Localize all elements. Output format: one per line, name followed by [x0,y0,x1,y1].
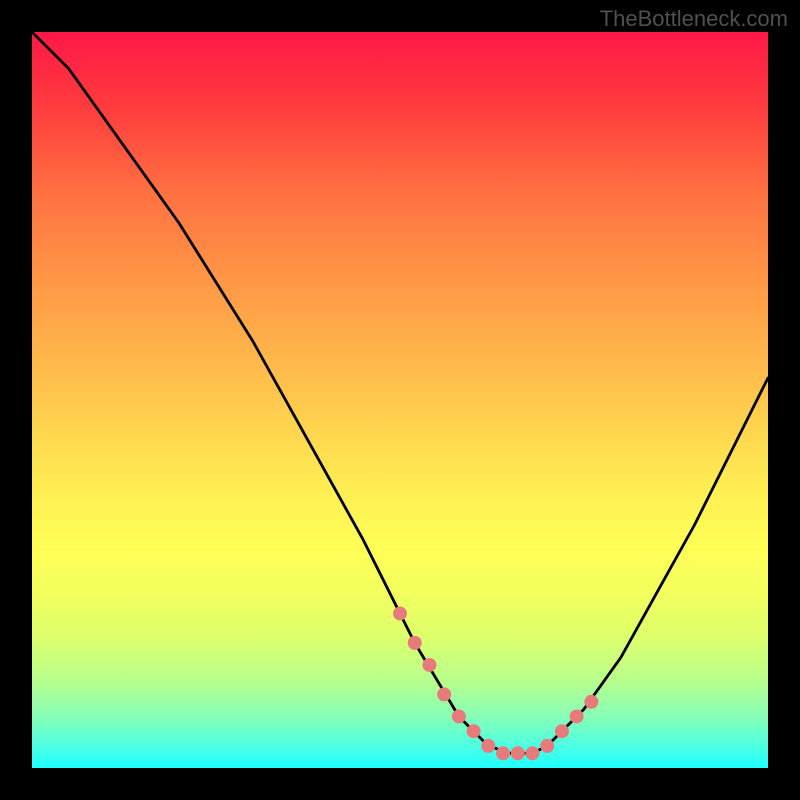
marker-point [408,636,422,650]
marker-point [422,658,436,672]
plot-area [32,32,768,768]
marker-point [467,724,481,738]
marker-point [540,739,554,753]
marker-point [584,695,598,709]
chart-container: TheBottleneck.com [0,0,800,800]
marker-point [481,739,495,753]
marker-point [496,746,510,760]
marker-point [555,724,569,738]
watermark-text: TheBottleneck.com [600,6,788,32]
marker-point [452,709,466,723]
chart-svg [32,32,768,768]
marker-point [437,687,451,701]
marker-point [570,709,584,723]
marker-point [393,606,407,620]
highlight-points [393,606,598,760]
marker-point [511,746,525,760]
marker-point [525,746,539,760]
bottleneck-curve [32,32,768,753]
